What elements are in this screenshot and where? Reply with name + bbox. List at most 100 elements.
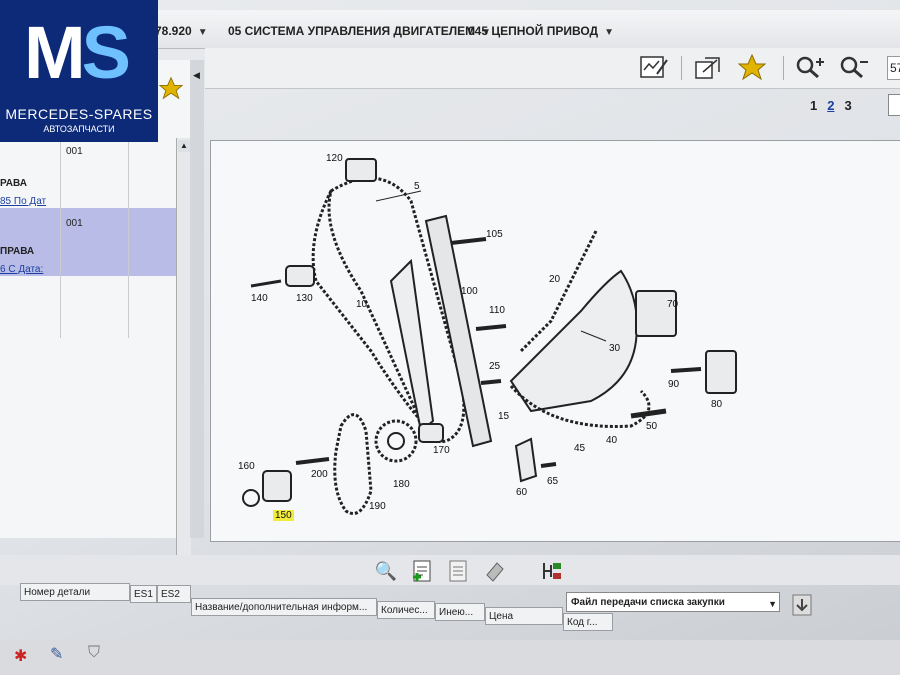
shield-icon[interactable]: ⛉ bbox=[88, 644, 100, 662]
callout-50[interactable]: 50 bbox=[646, 421, 657, 432]
callout-120[interactable]: 120 bbox=[326, 153, 343, 164]
callout-190[interactable]: 190 bbox=[369, 501, 386, 512]
zoom-out-icon[interactable] bbox=[837, 52, 871, 82]
guide-rail bbox=[389, 258, 435, 433]
callout-20[interactable]: 20 bbox=[549, 274, 560, 285]
vertical-scrollbar[interactable]: ▲ ▼ bbox=[176, 138, 191, 598]
callout-200[interactable]: 200 bbox=[311, 469, 328, 480]
col-name[interactable]: Название/дополнительная информ... bbox=[191, 598, 377, 616]
logo-mark-m: M bbox=[24, 11, 86, 94]
rail-100 bbox=[424, 214, 493, 448]
panel-splitter[interactable]: ◀ bbox=[190, 60, 204, 538]
document-icon[interactable] bbox=[446, 559, 470, 583]
collapse-arrow-icon[interactable]: ◀ bbox=[193, 70, 200, 81]
pin-50 bbox=[630, 408, 667, 419]
logo: MS MERCEDES-SPARES АВТОЗАПЧАСТИ bbox=[0, 0, 158, 142]
callout-5[interactable]: 5 bbox=[414, 181, 420, 192]
list-item-selected[interactable]: 001 ПРАВА 6 С Дата: bbox=[0, 208, 178, 276]
callout-60[interactable]: 60 bbox=[516, 487, 527, 498]
chevron-down-icon[interactable]: ▼ bbox=[604, 27, 614, 38]
callout-100[interactable]: 100 bbox=[461, 286, 478, 297]
callout-130[interactable]: 130 bbox=[296, 293, 313, 304]
eraser-icon[interactable] bbox=[482, 559, 506, 583]
logo-mark: MS bbox=[24, 8, 131, 98]
callout-180[interactable]: 180 bbox=[393, 479, 410, 490]
callout-110[interactable]: 110 bbox=[489, 305, 505, 316]
zoom-in-icon[interactable] bbox=[793, 52, 827, 82]
copy-window-icon[interactable] bbox=[691, 52, 725, 82]
page-navigation: 123 bbox=[810, 94, 900, 116]
col-price[interactable]: Цена bbox=[485, 607, 563, 625]
pen-icon[interactable]: ✎ bbox=[50, 644, 63, 664]
sprocket-assembly bbox=[509, 269, 638, 413]
add-to-list-icon[interactable] bbox=[410, 559, 434, 583]
bolt-140 bbox=[250, 279, 282, 288]
callout-150-highlighted[interactable]: 150 bbox=[273, 510, 294, 521]
callout-160[interactable]: 160 bbox=[238, 461, 255, 472]
col-es1[interactable]: ES1 bbox=[130, 585, 157, 603]
bolt-90 bbox=[670, 367, 702, 373]
zoom-level-field[interactable]: 57 bbox=[887, 56, 900, 80]
transfer-list-icon[interactable] bbox=[540, 559, 564, 583]
callout-40[interactable]: 40 bbox=[606, 435, 617, 446]
callout-90[interactable]: 90 bbox=[668, 379, 679, 390]
col-quantity[interactable]: Количес... bbox=[377, 601, 435, 619]
part-120 bbox=[345, 158, 377, 182]
bottom-toolbar: 🔍 bbox=[0, 555, 900, 616]
col-es2[interactable]: ES2 bbox=[157, 585, 191, 603]
part-80 bbox=[705, 350, 737, 394]
search-parts-icon[interactable]: 🔍 bbox=[374, 559, 398, 583]
bolt-65 bbox=[540, 462, 557, 468]
sprocket-180 bbox=[374, 419, 418, 463]
page-link-1[interactable]: 1 bbox=[810, 98, 817, 113]
crumb-model[interactable]: 78.920 ▼ bbox=[155, 24, 208, 38]
breadcrumb: 78.920 ▼ 05 СИСТЕМА УПРАВЛЕНИЯ ДВИГАТЕЛЕМ… bbox=[150, 10, 900, 49]
callout-140[interactable]: 140 bbox=[251, 293, 268, 304]
column-divider bbox=[128, 138, 129, 338]
bolt-200 bbox=[295, 457, 330, 465]
ring-160 bbox=[242, 489, 260, 507]
bolt-110 bbox=[475, 324, 507, 331]
list-item-link[interactable]: 85 По Дат bbox=[0, 196, 46, 207]
callout-30[interactable]: 30 bbox=[609, 343, 620, 354]
list-item-code: 001 bbox=[66, 146, 83, 157]
col-part-number[interactable]: Номер детали bbox=[20, 583, 130, 601]
column-divider bbox=[60, 138, 61, 338]
crumb-subgroup[interactable]: 045 ЦЕПНОЙ ПРИВОД ▼ bbox=[468, 24, 614, 38]
scroll-up-icon[interactable]: ▲ bbox=[178, 140, 190, 152]
callout-45[interactable]: 45 bbox=[574, 443, 585, 454]
chevron-down-icon[interactable]: ▼ bbox=[198, 27, 208, 38]
crumb-group[interactable]: 05 СИСТЕМА УПРАВЛЕНИЯ ДВИГАТЕЛЕМ ▼ bbox=[228, 24, 491, 38]
callout-105[interactable]: 105 bbox=[486, 229, 503, 240]
list-item-title: ПРАВА bbox=[0, 246, 35, 257]
list-item-code: 001 bbox=[66, 218, 83, 229]
crumb-group-label: 05 СИСТЕМА УПРАВЛЕНИЯ ДВИГАТЕЛЕМ bbox=[228, 24, 476, 38]
page-link-2[interactable]: 2 bbox=[827, 98, 834, 113]
col-availability[interactable]: Инею... bbox=[435, 603, 485, 621]
crumb-subgroup-label: 045 ЦЕПНОЙ ПРИВОД bbox=[468, 24, 599, 38]
star-icon[interactable] bbox=[735, 52, 769, 82]
callout-80[interactable]: 80 bbox=[711, 399, 722, 410]
chain-190 bbox=[333, 413, 373, 515]
cross-icon[interactable]: ✱ bbox=[14, 646, 27, 666]
favorite-star-icon[interactable] bbox=[158, 76, 184, 106]
part-150 bbox=[262, 470, 292, 502]
crumb-model-label: 78.920 bbox=[155, 24, 192, 38]
callout-10[interactable]: 10 bbox=[356, 299, 367, 310]
list-item[interactable]: 001 РАВА 85 По Дат bbox=[0, 138, 178, 208]
page-box[interactable] bbox=[888, 94, 900, 116]
callout-25[interactable]: 25 bbox=[489, 361, 500, 372]
parts-table-header: Номер детали ES1 ES2 Название/дополнител… bbox=[0, 583, 900, 631]
list-item-link[interactable]: 6 С Дата: bbox=[0, 264, 43, 275]
page-link-3[interactable]: 3 bbox=[844, 98, 851, 113]
callout-65[interactable]: 65 bbox=[547, 476, 558, 487]
sprocket-180-hub bbox=[387, 432, 405, 450]
callout-170[interactable]: 170 bbox=[433, 445, 450, 456]
toolbar-separator bbox=[783, 56, 784, 80]
col-code[interactable]: Код г... bbox=[563, 613, 613, 631]
callout-70[interactable]: 70 bbox=[667, 299, 678, 310]
callout-15[interactable]: 15 bbox=[498, 411, 509, 422]
parts-diagram[interactable]: 120 5 105 100 140 130 10 20 70 110 30 25… bbox=[210, 140, 900, 542]
logo-mark-s: S bbox=[81, 11, 131, 94]
edit-note-icon[interactable] bbox=[637, 52, 671, 82]
